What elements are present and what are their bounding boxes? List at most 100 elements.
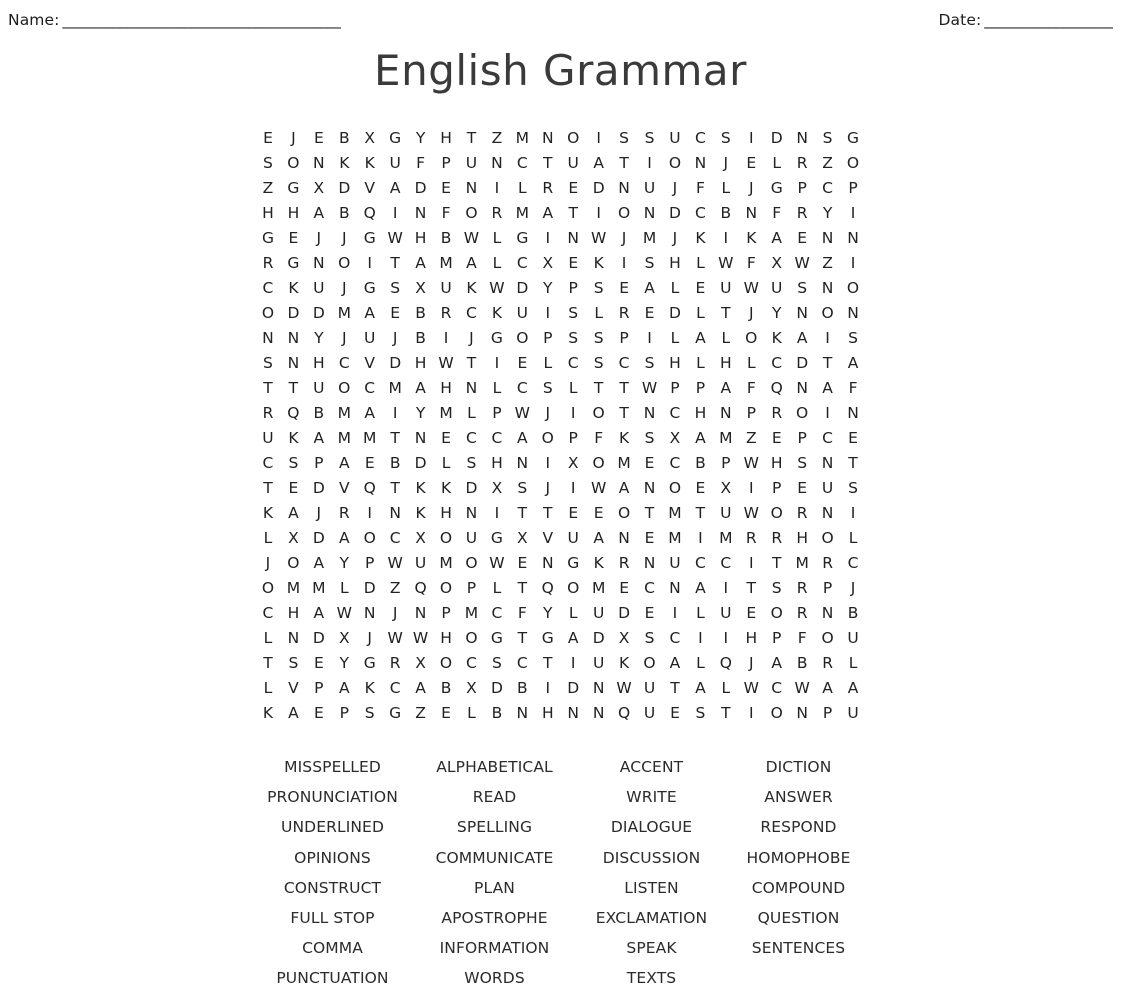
grid-cell[interactable]: S: [586, 351, 611, 376]
grid-cell[interactable]: J: [332, 276, 357, 301]
grid-cell[interactable]: N: [561, 701, 586, 726]
grid-cell[interactable]: S: [637, 126, 662, 151]
grid-cell[interactable]: N: [561, 226, 586, 251]
word-list-item[interactable]: ALPHABETICAL: [414, 752, 576, 782]
grid-cell[interactable]: A: [332, 676, 357, 701]
grid-cell[interactable]: N: [484, 151, 509, 176]
grid-cell[interactable]: I: [815, 401, 840, 426]
grid-cell[interactable]: N: [459, 376, 484, 401]
grid-cell[interactable]: O: [789, 401, 814, 426]
grid-cell[interactable]: X: [357, 126, 382, 151]
grid-cell[interactable]: J: [357, 626, 382, 651]
grid-cell[interactable]: I: [586, 201, 611, 226]
grid-cell[interactable]: I: [357, 251, 382, 276]
grid-cell[interactable]: D: [662, 201, 687, 226]
grid-cell[interactable]: V: [357, 351, 382, 376]
grid-cell[interactable]: O: [357, 526, 382, 551]
grid-cell[interactable]: D: [586, 176, 611, 201]
grid-cell[interactable]: F: [739, 251, 764, 276]
grid-cell[interactable]: S: [637, 251, 662, 276]
grid-cell[interactable]: D: [789, 351, 814, 376]
grid-cell[interactable]: J: [306, 226, 331, 251]
grid-cell[interactable]: X: [459, 676, 484, 701]
grid-cell[interactable]: S: [789, 451, 814, 476]
grid-cell[interactable]: B: [840, 601, 865, 626]
grid-cell[interactable]: U: [586, 601, 611, 626]
grid-cell[interactable]: N: [281, 326, 306, 351]
grid-cell[interactable]: W: [739, 501, 764, 526]
grid-cell[interactable]: T: [840, 451, 865, 476]
grid-cell[interactable]: C: [637, 576, 662, 601]
grid-cell[interactable]: Y: [408, 126, 433, 151]
grid-cell[interactable]: A: [281, 701, 306, 726]
grid-cell[interactable]: H: [535, 701, 560, 726]
grid-cell[interactable]: N: [815, 276, 840, 301]
grid-cell[interactable]: T: [815, 351, 840, 376]
grid-cell[interactable]: I: [561, 401, 586, 426]
grid-cell[interactable]: A: [662, 651, 687, 676]
grid-cell[interactable]: J: [255, 551, 280, 576]
grid-cell[interactable]: S: [561, 326, 586, 351]
grid-cell[interactable]: I: [739, 701, 764, 726]
grid-cell[interactable]: I: [535, 301, 560, 326]
grid-cell[interactable]: K: [357, 676, 382, 701]
word-list-item[interactable]: COMPOUND: [728, 873, 870, 903]
grid-cell[interactable]: K: [357, 151, 382, 176]
grid-cell[interactable]: J: [332, 226, 357, 251]
grid-cell[interactable]: B: [382, 451, 407, 476]
grid-cell[interactable]: O: [815, 626, 840, 651]
grid-cell[interactable]: A: [306, 426, 331, 451]
grid-cell[interactable]: R: [789, 201, 814, 226]
grid-cell[interactable]: M: [306, 576, 331, 601]
grid-cell[interactable]: H: [484, 451, 509, 476]
grid-cell[interactable]: J: [382, 601, 407, 626]
grid-cell[interactable]: I: [484, 501, 509, 526]
grid-cell[interactable]: F: [408, 151, 433, 176]
grid-cell[interactable]: K: [586, 251, 611, 276]
word-list-item[interactable]: WRITE: [576, 782, 728, 812]
grid-cell[interactable]: I: [739, 126, 764, 151]
grid-cell[interactable]: E: [281, 226, 306, 251]
grid-cell[interactable]: C: [713, 551, 738, 576]
grid-cell[interactable]: R: [739, 526, 764, 551]
grid-cell[interactable]: M: [713, 526, 738, 551]
grid-cell[interactable]: M: [510, 126, 535, 151]
grid-cell[interactable]: A: [840, 351, 865, 376]
grid-cell[interactable]: D: [611, 601, 636, 626]
grid-cell[interactable]: L: [739, 351, 764, 376]
grid-cell[interactable]: W: [739, 676, 764, 701]
grid-cell[interactable]: I: [382, 401, 407, 426]
grid-cell[interactable]: G: [484, 526, 509, 551]
grid-cell[interactable]: S: [764, 576, 789, 601]
grid-cell[interactable]: T: [586, 376, 611, 401]
grid-cell[interactable]: J: [332, 326, 357, 351]
grid-cell[interactable]: C: [459, 301, 484, 326]
grid-cell[interactable]: F: [433, 201, 458, 226]
grid-cell[interactable]: M: [662, 526, 687, 551]
word-list-item[interactable]: DISCUSSION: [576, 843, 728, 873]
grid-cell[interactable]: Y: [815, 201, 840, 226]
grid-cell[interactable]: N: [637, 401, 662, 426]
grid-cell[interactable]: I: [662, 601, 687, 626]
grid-cell[interactable]: X: [306, 176, 331, 201]
grid-cell[interactable]: E: [306, 701, 331, 726]
grid-cell[interactable]: Z: [815, 151, 840, 176]
grid-cell[interactable]: Y: [535, 601, 560, 626]
grid-cell[interactable]: R: [789, 576, 814, 601]
grid-cell[interactable]: E: [739, 151, 764, 176]
grid-cell[interactable]: Y: [408, 401, 433, 426]
grid-cell[interactable]: Y: [535, 276, 560, 301]
grid-cell[interactable]: A: [815, 376, 840, 401]
grid-cell[interactable]: I: [586, 126, 611, 151]
grid-cell[interactable]: E: [510, 551, 535, 576]
grid-cell[interactable]: Q: [611, 701, 636, 726]
grid-cell[interactable]: A: [688, 676, 713, 701]
grid-cell[interactable]: G: [510, 226, 535, 251]
grid-cell[interactable]: X: [662, 426, 687, 451]
grid-cell[interactable]: M: [433, 251, 458, 276]
grid-cell[interactable]: L: [255, 626, 280, 651]
grid-cell[interactable]: K: [281, 276, 306, 301]
grid-cell[interactable]: G: [484, 326, 509, 351]
grid-cell[interactable]: G: [255, 226, 280, 251]
grid-cell[interactable]: C: [459, 426, 484, 451]
